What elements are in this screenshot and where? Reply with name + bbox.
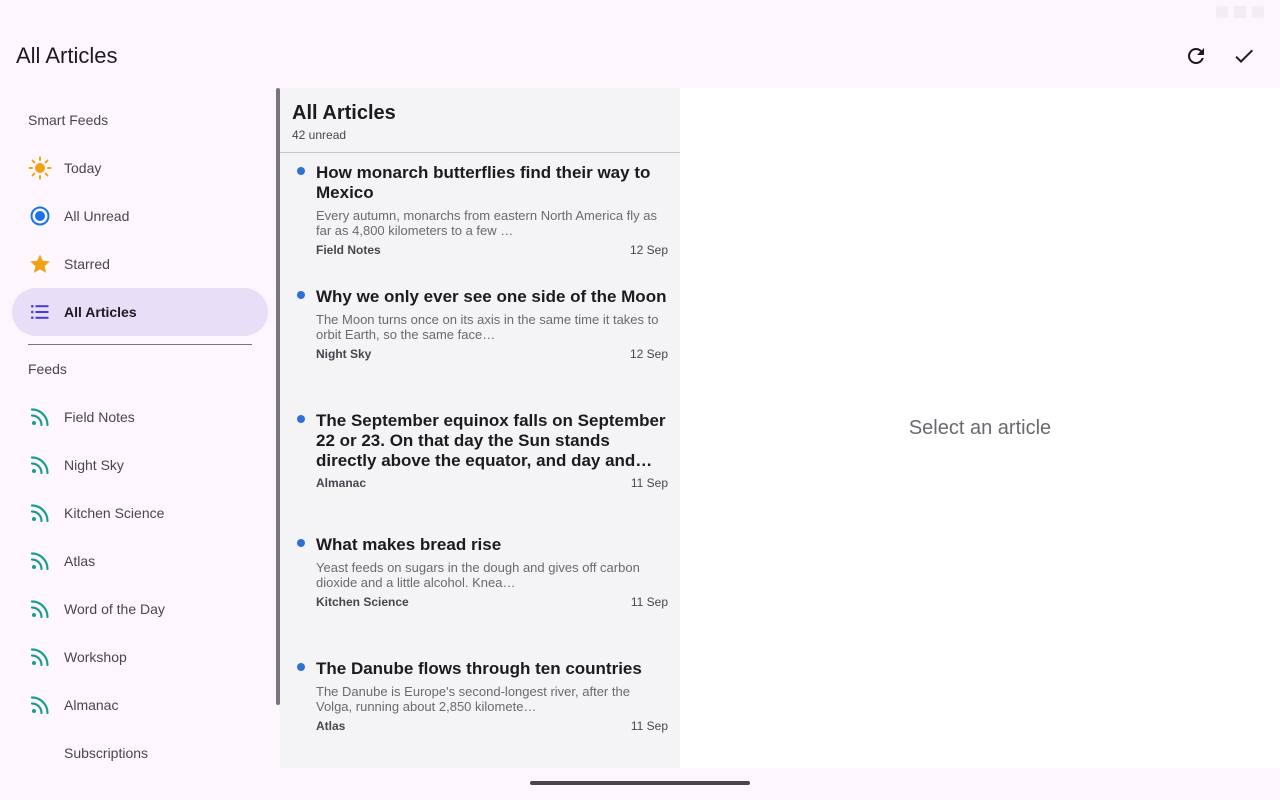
nav-item-all-unread[interactable]: All Unread (12, 192, 268, 240)
rss-icon (28, 453, 52, 477)
rss-icon (28, 597, 52, 621)
rss-icon (28, 549, 52, 573)
article-item[interactable]: The Danube flows through ten countries T… (280, 649, 680, 768)
article-item[interactable]: Why we only ever see one side of the Moo… (280, 277, 680, 401)
unread-dot-icon (297, 539, 305, 547)
rss-icon (28, 693, 52, 717)
article-feed: Night Sky (316, 347, 372, 361)
empty-state-message: Select an article (908, 416, 1052, 439)
feeds-header: Feeds (28, 361, 67, 377)
rss-icon (28, 645, 52, 669)
nav-item-label: Word of the Day (64, 601, 165, 617)
nav-item-night-sky[interactable]: Night Sky (12, 441, 268, 489)
article-date: 11 Sep (630, 719, 668, 733)
article-date: 12 Sep (629, 243, 668, 257)
article-snippet: Every autumn, monarchs from eastern Nort… (316, 208, 658, 238)
signal-icon (1234, 6, 1246, 18)
nav-item-label: Atlas (64, 553, 96, 569)
nav-item-atlas[interactable]: Atlas (12, 537, 268, 585)
nav-item-label: Almanac (64, 697, 119, 713)
article-item[interactable]: The September equinox falls on September… (280, 401, 680, 525)
app-bar-actions (1176, 36, 1264, 76)
unread-count: 42 unread (292, 128, 347, 142)
status-time: 11:19 (16, 4, 48, 20)
refresh-icon (1188, 47, 1204, 64)
nav-item-label: Workshop (64, 649, 127, 665)
status-bar: 11:19 (0, 0, 1280, 24)
article-feed: Atlas (316, 719, 346, 733)
nav-item-today[interactable]: Today (12, 144, 268, 192)
star-icon (28, 252, 52, 276)
mark-all-read-button[interactable] (1224, 36, 1264, 76)
nav-item-label: Subscriptions (64, 745, 149, 761)
article-date: 12 Sep (629, 347, 668, 361)
wifi-icon (1216, 6, 1228, 18)
article-snippet: The Danube is Europe's second-longest ri… (316, 684, 630, 714)
nav-item-label: Field Notes (64, 409, 135, 425)
article-meta: Atlas 11 Sep (316, 719, 668, 733)
article-meta: Almanac 11 Sep (316, 476, 668, 490)
article-item[interactable]: How monarch butterflies find their way t… (280, 153, 680, 277)
nav-item-word-of-the-day[interactable]: Word of the Day (12, 585, 268, 633)
rss-icon (28, 405, 52, 429)
nav-item-starred[interactable]: Starred (12, 240, 268, 288)
smart-feeds-header: Smart Feeds (28, 112, 109, 128)
list-icon (28, 300, 52, 324)
article-meta: Night Sky 12 Sep (316, 347, 668, 361)
article-date: 11 Sep (630, 476, 668, 490)
unread-dot-icon (297, 415, 305, 423)
sun-icon (28, 156, 52, 180)
article-title: How monarch butterflies find their way t… (316, 163, 651, 202)
article-snippet: The Moon turns once on its axis in the s… (316, 312, 659, 342)
status-icons (1216, 6, 1264, 18)
nav-item-label: All Unread (64, 208, 130, 224)
page-title: All Articles (16, 43, 118, 68)
article-title: What makes bread rise (316, 535, 502, 554)
nav-item-label: All Articles (64, 304, 137, 320)
article-list-header: All Articles 42 unread (280, 88, 680, 153)
gesture-handle[interactable] (530, 781, 750, 785)
article-snippet: Yeast feeds on sugars in the dough and g… (316, 560, 640, 590)
article-meta: Kitchen Science 11 Sep (316, 595, 668, 609)
article-title: The Danube flows through ten countries (316, 659, 642, 678)
article-title: The September equinox falls on September… (316, 411, 666, 470)
nav-item-all-articles[interactable]: All Articles (12, 288, 268, 336)
article-feed: Almanac (316, 476, 367, 490)
nav-item-workshop[interactable]: Workshop (12, 633, 268, 681)
nav-item-label: Starred (64, 256, 110, 272)
article-date: 11 Sep (630, 595, 668, 609)
unread-dot-icon (297, 291, 305, 299)
refresh-button[interactable] (1176, 36, 1216, 76)
check-icon (1235, 49, 1253, 63)
top-app-bar: All Articles (0, 24, 1280, 88)
nav-item-almanac[interactable]: Almanac (12, 681, 268, 729)
article-detail-pane: Select an article (680, 88, 1280, 768)
article-feed: Kitchen Science (316, 595, 409, 609)
nav-item-field-notes[interactable]: Field Notes (12, 393, 268, 441)
article-feed: Field Notes (316, 243, 381, 257)
navigation-drawer: Smart Feeds Today All Unread Starred All… (0, 88, 280, 768)
article-list-pane: All Articles 42 unread How monarch butte… (280, 88, 680, 768)
radio-dot-icon (28, 204, 52, 228)
nav-item-label: Today (64, 160, 102, 176)
unread-dot-icon (297, 663, 305, 671)
battery-icon (1252, 6, 1264, 18)
article-list-title: All Articles (292, 102, 396, 124)
unread-dot-icon (297, 167, 305, 175)
nav-item-label: Night Sky (64, 457, 124, 473)
article-item[interactable]: What makes bread rise Yeast feeds on sug… (280, 525, 680, 649)
nav-item-subscriptions[interactable]: Subscriptions (12, 729, 268, 777)
article-meta: Field Notes 12 Sep (316, 243, 668, 257)
rss-icon (28, 501, 52, 525)
article-title: Why we only ever see one side of the Moo… (316, 287, 667, 306)
nav-item-label: Kitchen Science (64, 505, 165, 521)
nav-item-kitchen-science[interactable]: Kitchen Science (12, 489, 268, 537)
